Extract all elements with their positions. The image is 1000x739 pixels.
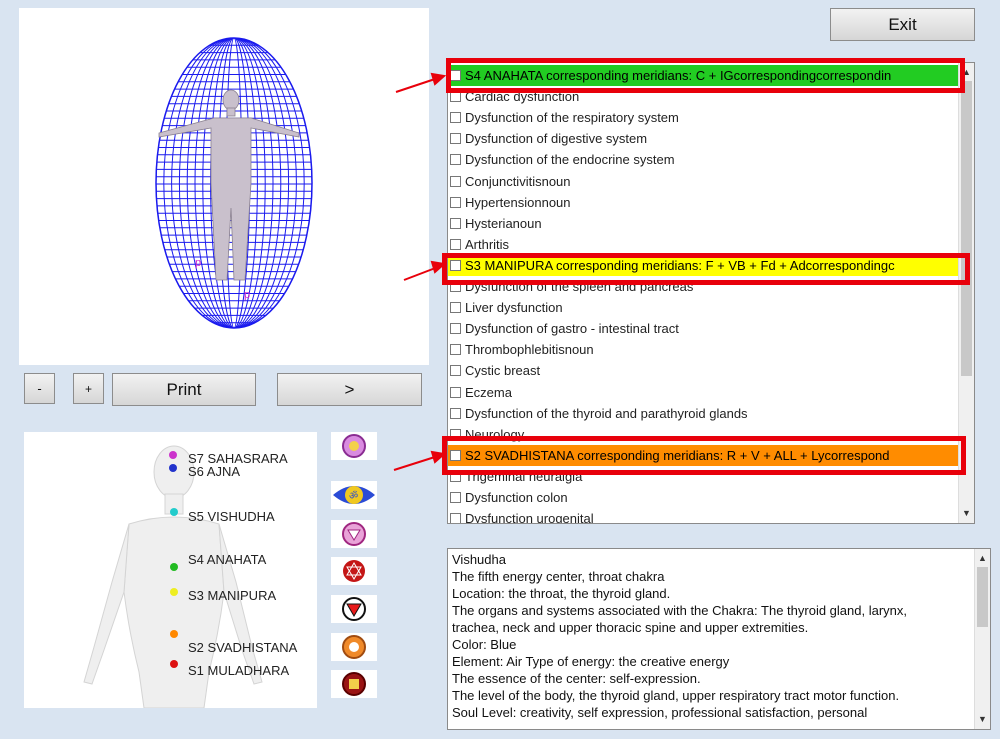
aura-3d-viewer[interactable]: p p [19,8,429,365]
highlight-box-anahata [446,58,965,93]
row-label: Cystic breast [465,363,541,379]
info-scroll-thumb[interactable] [977,567,988,627]
info-line: The level of the body, the thyroid gland… [452,688,900,703]
chakra-dot-s4[interactable] [170,563,178,571]
zoom-in-button[interactable]: + [73,373,104,404]
next-button[interactable]: > [277,373,422,406]
info-line: Element: Air Type of energy: the creativ… [452,654,730,669]
row-checkbox[interactable] [450,513,461,523]
chakra-body-map: S7 SAHASRARA S6 AJNA S5 VISHUDHA S4 ANAH… [24,432,317,708]
highlight-box-manipura [442,253,970,285]
symptom-row[interactable]: Hypertensionnoun [448,192,960,213]
row-checkbox[interactable] [450,365,461,377]
row-checkbox[interactable] [450,407,461,419]
row-label: Dysfunction of digestive system [465,131,648,147]
info-scroll-down-icon[interactable]: ▼ [975,712,990,727]
manipura-icon[interactable] [331,595,377,623]
chakra-dot-s7[interactable] [169,451,177,459]
svg-text:p: p [244,289,250,301]
chakra-info-panel[interactable]: Vishudha The fifth energy center, throat … [447,548,991,730]
row-checkbox[interactable] [450,196,461,208]
symptom-row[interactable]: Dysfunction of the thyroid and parathyro… [448,403,960,424]
ajna-icon[interactable]: ॐ [331,481,377,509]
row-checkbox[interactable] [450,217,461,229]
row-label: Hysterianoun [465,215,542,231]
row-checkbox[interactable] [450,112,461,124]
info-scroll-up-icon[interactable]: ▲ [975,551,990,566]
svadhistana-icon[interactable] [331,633,377,661]
info-line: The essence of the center: self-expressi… [452,671,701,686]
row-checkbox[interactable] [450,323,461,335]
symptom-row[interactable]: Hysterianoun [448,213,960,234]
row-label: Dysfunction colon [465,490,568,505]
pointer-arrows [393,72,447,471]
row-checkbox[interactable] [450,344,461,356]
row-label: Conjunctivitisnoun [465,173,571,189]
zoom-out-button[interactable]: - [24,373,55,404]
symptom-row[interactable]: Arthritis [448,234,960,255]
chakra-label-s6[interactable]: S6 AJNA [188,464,240,479]
chakra-label-s4[interactable]: S4 ANAHATA [188,552,266,567]
row-label: Thrombophlebitisnoun [465,342,594,358]
row-checkbox[interactable] [450,302,461,314]
highlight-box-svadhistana [442,436,966,475]
row-checkbox[interactable] [450,386,461,398]
vishudha-icon[interactable] [331,520,377,548]
row-label: Dysfunction of gastro - intestinal tract [465,321,679,337]
chakra-label-s3[interactable]: S3 MANIPURA [188,588,276,603]
chakra-dot-s6[interactable] [169,464,177,472]
info-scrollbar[interactable]: ▲ ▼ [974,549,990,729]
symptom-row[interactable]: Dysfunction of digestive system [448,128,960,149]
symptom-row[interactable]: Thrombophlebitisnoun [448,339,960,360]
row-checkbox[interactable] [450,175,461,187]
symptom-row[interactable]: Cystic breast [448,360,960,381]
row-checkbox[interactable] [450,133,461,145]
symptom-row[interactable]: Dysfunction of gastro - intestinal tract [448,318,960,339]
row-label: Arthritis [465,236,510,252]
symptom-row[interactable]: Liver dysfunction [448,297,960,318]
row-checkbox[interactable] [450,238,461,250]
chakra-label-s1[interactable]: S1 MULADHARA [188,663,289,678]
info-line: The fifth energy center, throat chakra [452,569,665,584]
info-line: trachea, neck and upper thoracic spine a… [452,620,809,635]
chakra-label-s2[interactable]: S2 SVADHISTANA [188,640,297,655]
symptom-row[interactable]: Conjunctivitisnoun [448,171,960,192]
chakra-dot-s1[interactable] [170,660,178,668]
chakra-dot-s2[interactable] [170,630,178,638]
exit-button[interactable]: Exit [830,8,975,41]
muladhara-icon[interactable] [331,670,377,698]
symptom-row[interactable]: Dysfunction of the respiratory system [448,107,960,128]
row-label: Dysfunction of the thyroid and parathyro… [465,405,748,421]
scroll-down-icon[interactable]: ▼ [959,506,974,521]
row-checkbox[interactable] [450,154,461,166]
info-line: Color: Blue [452,637,517,652]
info-line: Soul Level: creativity, self expression,… [452,705,868,720]
symptom-row[interactable]: Dysfunction colon [448,487,960,508]
row-label: Dysfunction of the respiratory system [465,110,679,126]
symptom-row[interactable]: Dysfunction of the endocrine system [448,149,960,170]
symptom-row[interactable]: Eczema [448,382,960,403]
info-line: Vishudha [452,552,506,567]
chakra-label-s5[interactable]: S5 VISHUDHA [188,509,275,524]
sahasrara-icon[interactable] [331,432,377,460]
row-label: Dysfunction urogenital [465,511,594,524]
row-label: Dysfunction of the endocrine system [465,152,675,168]
print-button[interactable]: Print [112,373,256,406]
row-label: Hypertensionnoun [465,194,571,210]
svg-text:p: p [195,257,201,269]
chakra-dot-s3[interactable] [170,588,178,596]
info-line: The organs and systems associated with t… [452,603,907,618]
svg-text:ॐ: ॐ [349,490,358,502]
chakra-dot-s5[interactable] [170,508,178,516]
aura-ellipsoid-mesh: p p [155,37,313,329]
scroll-thumb[interactable] [961,81,972,376]
anahata-icon[interactable] [331,557,377,585]
row-checkbox[interactable] [450,492,461,503]
info-line: Location: the throat, the thyroid gland. [452,586,671,601]
row-label: Eczema [465,384,512,400]
symptom-row[interactable]: Dysfunction urogenital [448,508,960,524]
row-label: Liver dysfunction [465,300,563,316]
